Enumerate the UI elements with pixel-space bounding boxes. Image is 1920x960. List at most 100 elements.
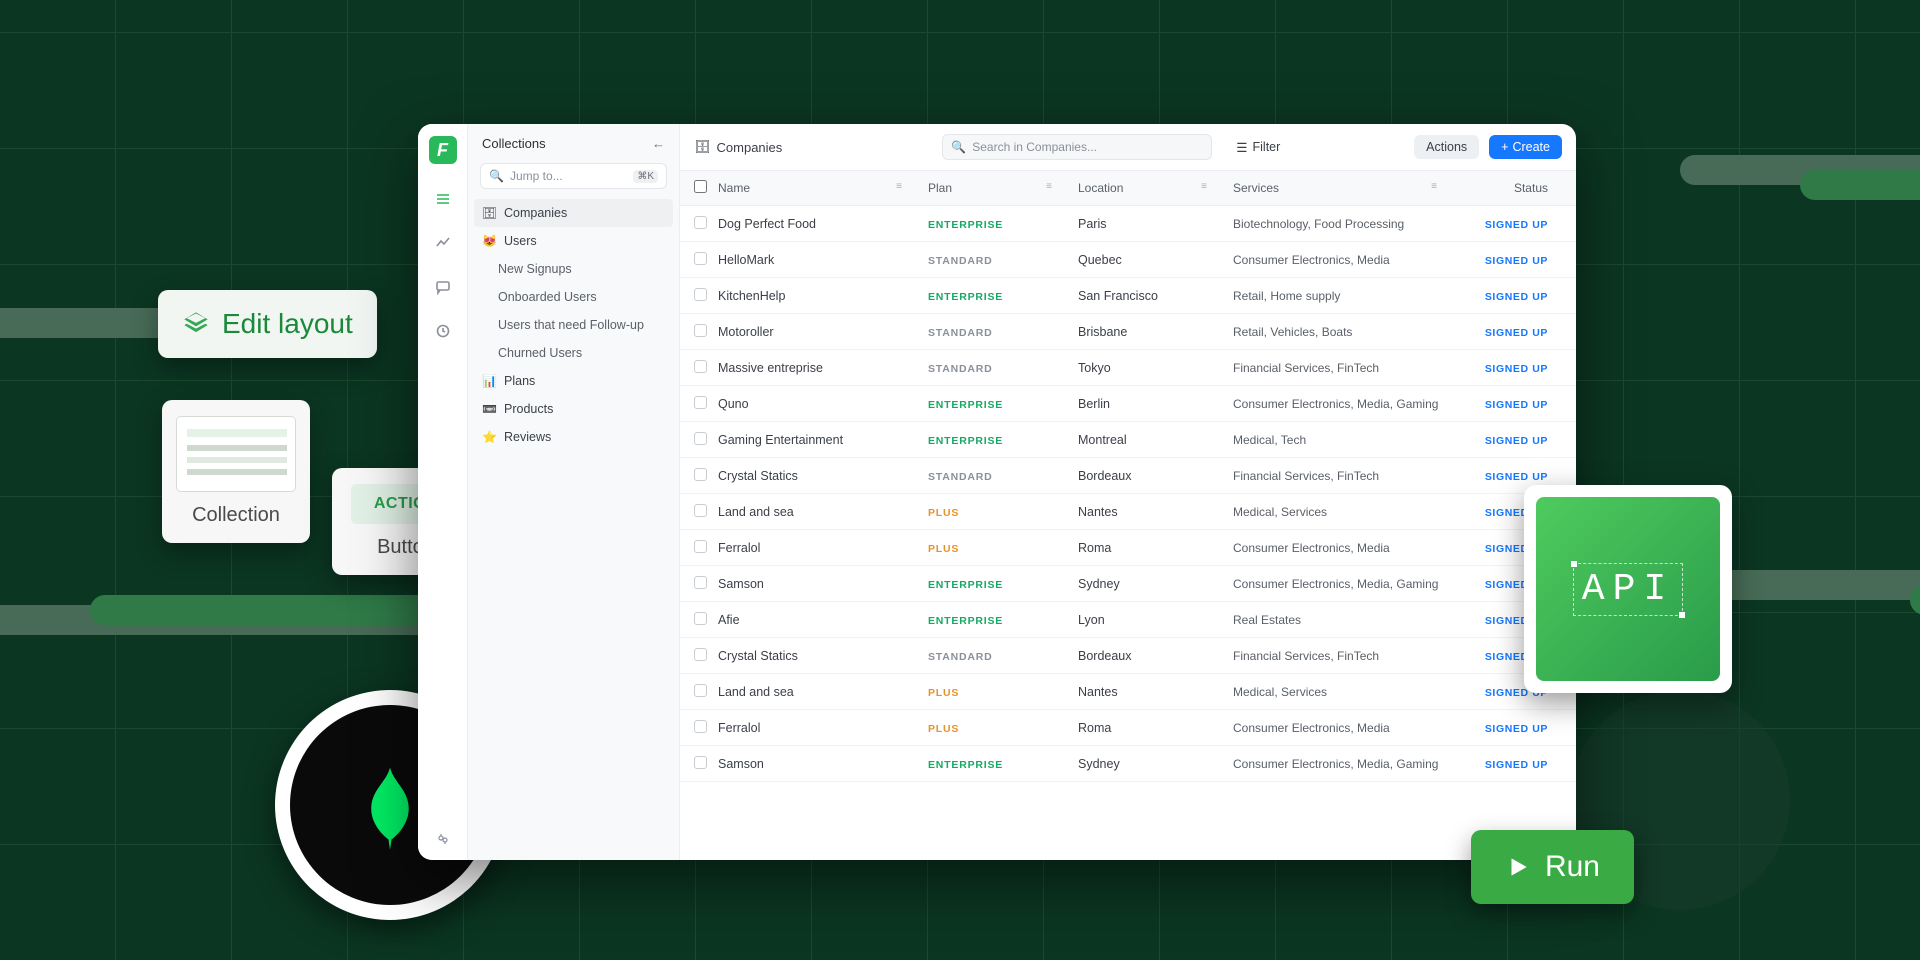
cell-services: Consumer Electronics, Media bbox=[1233, 541, 1463, 555]
sidebar-item[interactable]: 🗄Companies bbox=[474, 199, 673, 227]
row-checkbox[interactable] bbox=[694, 612, 707, 625]
table-row[interactable]: MotorollerSTANDARDBrisbaneRetail, Vehicl… bbox=[680, 314, 1576, 350]
table-row[interactable]: Crystal StaticsSTANDARDBordeauxFinancial… bbox=[680, 638, 1576, 674]
sidebar-item[interactable]: ⭐ Reviews bbox=[468, 423, 679, 451]
actions-button[interactable]: Actions bbox=[1414, 135, 1479, 159]
sidebar-back-icon[interactable]: ← bbox=[652, 136, 665, 151]
table-row[interactable]: SamsonENTERPRISESydneyConsumer Electroni… bbox=[680, 746, 1576, 782]
sidebar-item-label: Reviews bbox=[504, 430, 551, 444]
filter-icon[interactable]: ≡ bbox=[896, 181, 902, 195]
collection-preview-icon bbox=[176, 416, 296, 492]
rail-chat-icon[interactable] bbox=[434, 278, 452, 296]
rail-collections-icon[interactable] bbox=[434, 190, 452, 208]
sidebar-item[interactable]: New Signups bbox=[468, 255, 679, 283]
sidebar-item-label: Users bbox=[504, 234, 537, 248]
col-status[interactable]: Status bbox=[1514, 181, 1548, 195]
table-row[interactable]: Land and seaPLUSNantesMedical, ServicesS… bbox=[680, 494, 1576, 530]
cell-status: SIGNED UP bbox=[1485, 435, 1548, 447]
filter-icon[interactable]: ≡ bbox=[1431, 181, 1437, 195]
cell-name: Land and sea bbox=[718, 685, 928, 699]
api-label: API bbox=[1573, 563, 1683, 616]
layers-icon bbox=[182, 310, 210, 338]
play-icon bbox=[1505, 854, 1531, 880]
row-checkbox[interactable] bbox=[694, 648, 707, 661]
sidebar-item[interactable]: Users that need Follow-up bbox=[468, 311, 679, 339]
cell-location: Sydney bbox=[1078, 757, 1233, 771]
cell-location: Sydney bbox=[1078, 577, 1233, 591]
cell-status: SIGNED UP bbox=[1485, 291, 1548, 303]
col-services[interactable]: Services bbox=[1233, 181, 1279, 195]
collection-icon: 🗄 bbox=[694, 139, 711, 155]
row-checkbox[interactable] bbox=[694, 504, 707, 517]
table-row[interactable]: QunoENTERPRISEBerlinConsumer Electronics… bbox=[680, 386, 1576, 422]
cell-location: Nantes bbox=[1078, 505, 1233, 519]
table-row[interactable]: SamsonENTERPRISESydneyConsumer Electroni… bbox=[680, 566, 1576, 602]
filter-button[interactable]: ☰ Filter bbox=[1236, 140, 1280, 155]
cell-location: Roma bbox=[1078, 721, 1233, 735]
row-checkbox[interactable] bbox=[694, 720, 707, 733]
cell-name: KitchenHelp bbox=[718, 289, 928, 303]
row-checkbox[interactable] bbox=[694, 216, 707, 229]
table-body: Dog Perfect FoodENTERPRISEParisBiotechno… bbox=[680, 206, 1576, 860]
sidebar-item-icon: 📊 bbox=[482, 374, 496, 388]
rail-analytics-icon[interactable] bbox=[434, 234, 452, 252]
col-location[interactable]: Location bbox=[1078, 181, 1123, 195]
cell-services: Consumer Electronics, Media bbox=[1233, 253, 1463, 267]
rail-history-icon[interactable] bbox=[434, 322, 452, 340]
table-row[interactable]: FerralolPLUSRomaConsumer Electronics, Me… bbox=[680, 710, 1576, 746]
select-all-checkbox[interactable] bbox=[694, 180, 707, 193]
jump-kbd-badge: ⌘K bbox=[633, 170, 658, 183]
jump-to-input[interactable]: 🔍 Jump to... ⌘K bbox=[480, 163, 667, 189]
sidebar-item[interactable]: 📊Plans bbox=[468, 367, 679, 395]
app-window: F Collections ← 🔍 Jump to... ⌘K 🗄Compani… bbox=[418, 124, 1576, 860]
row-checkbox[interactable] bbox=[694, 468, 707, 481]
create-button[interactable]: + Create bbox=[1489, 135, 1562, 159]
cell-plan: ENTERPRISE bbox=[928, 399, 1003, 411]
sidebar-item[interactable]: Onboarded Users bbox=[468, 283, 679, 311]
cell-plan: ENTERPRISE bbox=[928, 435, 1003, 447]
table-row[interactable]: AfieENTERPRISELyonReal EstatesSIGNED UP bbox=[680, 602, 1576, 638]
filter-icon[interactable]: ≡ bbox=[1201, 181, 1207, 195]
col-plan[interactable]: Plan bbox=[928, 181, 952, 195]
collection-block-card[interactable]: Collection bbox=[162, 400, 310, 543]
row-checkbox[interactable] bbox=[694, 360, 707, 373]
table-row[interactable]: FerralolPLUSRomaConsumer Electronics, Me… bbox=[680, 530, 1576, 566]
run-button[interactable]: Run bbox=[1471, 830, 1634, 904]
row-checkbox[interactable] bbox=[694, 756, 707, 769]
table-row[interactable]: Massive entrepriseSTANDARDTokyoFinancial… bbox=[680, 350, 1576, 386]
cell-plan: STANDARD bbox=[928, 327, 993, 339]
row-checkbox[interactable] bbox=[694, 576, 707, 589]
row-checkbox[interactable] bbox=[694, 288, 707, 301]
sidebar-item-icon: ⭐ bbox=[482, 430, 496, 444]
search-input[interactable]: 🔍 Search in Companies... bbox=[942, 134, 1212, 160]
cell-name: Samson bbox=[718, 757, 928, 771]
row-checkbox[interactable] bbox=[694, 396, 707, 409]
table-row[interactable]: Land and seaPLUSNantesMedical, ServicesS… bbox=[680, 674, 1576, 710]
filter-icon[interactable]: ≡ bbox=[1046, 181, 1052, 195]
row-checkbox[interactable] bbox=[694, 252, 707, 265]
rail-settings-icon[interactable] bbox=[434, 830, 452, 848]
cell-name: Gaming Entertainment bbox=[718, 433, 928, 447]
col-name[interactable]: Name bbox=[718, 181, 750, 195]
sidebar-item-label: Products bbox=[504, 402, 553, 416]
sidebar-item[interactable]: Churned Users bbox=[468, 339, 679, 367]
table-row[interactable]: Crystal StaticsSTANDARDBordeauxFinancial… bbox=[680, 458, 1576, 494]
sidebar-item[interactable]: 📼Products bbox=[468, 395, 679, 423]
cell-name: Motoroller bbox=[718, 325, 928, 339]
cell-plan: ENTERPRISE bbox=[928, 759, 1003, 771]
row-checkbox[interactable] bbox=[694, 432, 707, 445]
row-checkbox[interactable] bbox=[694, 684, 707, 697]
row-checkbox[interactable] bbox=[694, 540, 707, 553]
table-row[interactable]: Gaming EntertainmentENTERPRISEMontrealMe… bbox=[680, 422, 1576, 458]
app-rail: F bbox=[418, 124, 468, 860]
row-checkbox[interactable] bbox=[694, 324, 707, 337]
table-row[interactable]: HelloMarkSTANDARDQuebecConsumer Electron… bbox=[680, 242, 1576, 278]
cell-services: Financial Services, FinTech bbox=[1233, 649, 1463, 663]
cell-status: SIGNED UP bbox=[1485, 219, 1548, 231]
edit-layout-badge[interactable]: Edit layout bbox=[158, 290, 377, 358]
table-row[interactable]: Dog Perfect FoodENTERPRISEParisBiotechno… bbox=[680, 206, 1576, 242]
sidebar-item[interactable]: 😻Users bbox=[468, 227, 679, 255]
cell-services: Financial Services, FinTech bbox=[1233, 469, 1463, 483]
app-logo[interactable]: F bbox=[429, 136, 457, 164]
table-row[interactable]: KitchenHelpENTERPRISESan FranciscoRetail… bbox=[680, 278, 1576, 314]
